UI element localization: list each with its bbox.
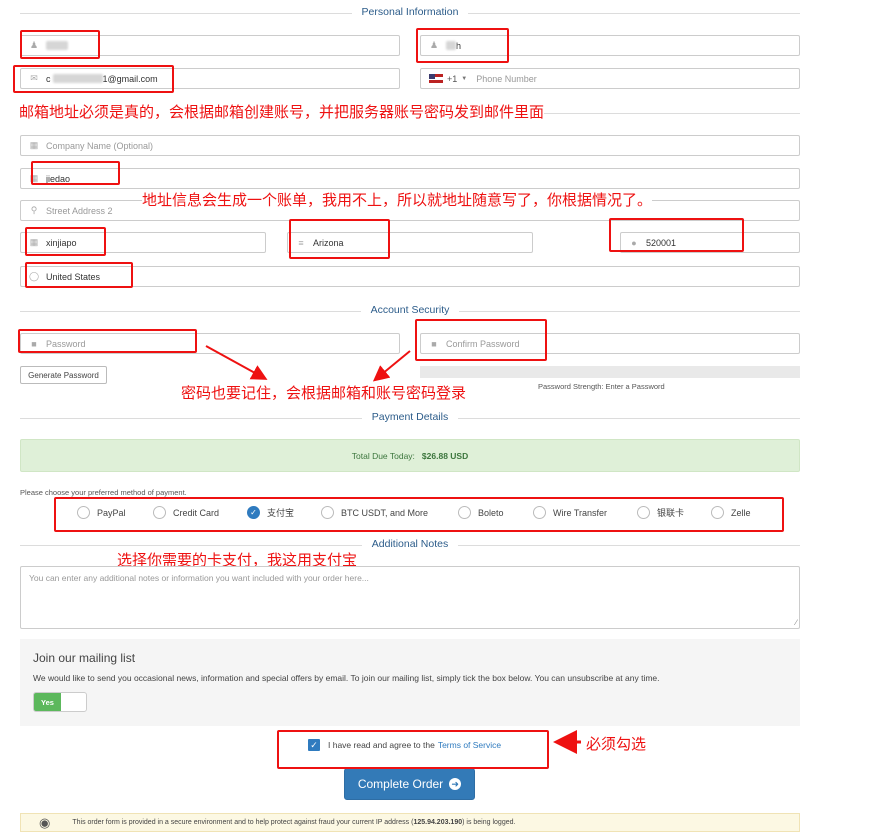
arrow-to-password bbox=[205, 345, 268, 380]
arrow-to-confirm-password bbox=[372, 350, 411, 382]
annotation-arrows bbox=[205, 345, 581, 754]
